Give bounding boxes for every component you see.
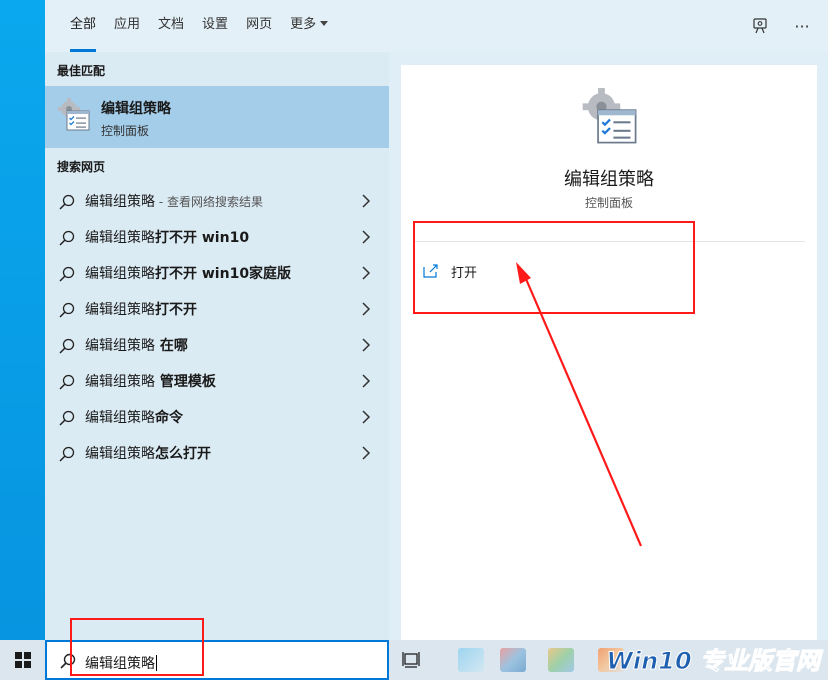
best-match-item[interactable]: 编辑组策略 控制面板 — [45, 86, 389, 148]
detail-title: 编辑组策略 — [564, 169, 654, 190]
tab-more[interactable]: 更多 — [281, 0, 337, 52]
web-suggestion-item[interactable]: 编辑组策略 - 查看网络搜索结果 — [45, 183, 389, 219]
group-policy-large-icon — [582, 88, 637, 144]
search-icon — [59, 446, 75, 462]
tab-web[interactable]: 网页 — [237, 0, 281, 52]
results-list: 最佳匹配 编辑组策略 控制面板 搜索网页 编辑组策略 - 查看网络搜索结果 编辑组… — [45, 52, 389, 640]
tab-label: 文档 — [158, 17, 185, 32]
tab-label: 网页 — [246, 17, 273, 32]
desktop-background — [0, 0, 45, 640]
watermark: win10zyb.com Win10 专业版官网 — [606, 601, 821, 676]
chevron-right-icon[interactable] — [361, 338, 371, 352]
web-suggestion-label: 编辑组策略 在哪 — [85, 338, 188, 354]
search-filter-bar: 全部 应用 文档 设置 网页 更多 ··· — [45, 0, 828, 52]
taskbar-app-1[interactable] — [458, 648, 484, 672]
web-suggestion-item[interactable]: 编辑组策略 在哪 — [45, 327, 389, 363]
filter-tabs: 全部 应用 文档 设置 网页 更多 — [61, 0, 337, 52]
task-view-icon[interactable] — [402, 652, 420, 668]
web-suggestion-label: 编辑组策略打不开 — [85, 302, 197, 318]
best-match-subtitle: 控制面板 — [101, 124, 150, 138]
web-suggestion-item[interactable]: 编辑组策略命令 — [45, 399, 389, 435]
tab-settings[interactable]: 设置 — [193, 0, 237, 52]
web-suggestions: 编辑组策略 - 查看网络搜索结果 编辑组策略打不开 win10 编辑组策略打不开 w… — [45, 183, 389, 471]
taskbar-app-2[interactable] — [500, 648, 526, 672]
web-suggestion-label: 编辑组策略怎么打开 — [85, 446, 211, 462]
tab-documents[interactable]: 文档 — [149, 0, 193, 52]
chevron-right-icon[interactable] — [361, 446, 371, 460]
search-icon — [59, 374, 75, 390]
search-icon — [59, 194, 75, 210]
group-policy-icon — [58, 98, 90, 131]
tab-all[interactable]: 全部 — [61, 0, 105, 52]
chevron-right-icon[interactable] — [361, 410, 371, 424]
start-button[interactable] — [0, 640, 45, 680]
web-suggestion-label: 编辑组策略 - 查看网络搜索结果 — [85, 194, 263, 210]
tab-label: 设置 — [202, 17, 229, 32]
web-suggestion-label: 编辑组策略 管理模板 — [85, 374, 216, 390]
detail-pane: 编辑组策略 控制面板 打开 — [401, 65, 817, 640]
detail-subtitle: 控制面板 — [584, 196, 633, 210]
web-suggestion-label: 编辑组策略命令 — [85, 410, 183, 426]
web-suggestion-item[interactable]: 编辑组策略打不开 — [45, 291, 389, 327]
watermark-brand: Win10 专业版官网 — [606, 647, 821, 676]
search-icon — [59, 338, 75, 354]
chevron-down-icon — [320, 21, 329, 26]
web-suggestion-label: 编辑组策略打不开 win10 — [85, 230, 250, 246]
search-icon — [59, 266, 75, 282]
feedback-icon[interactable] — [750, 16, 770, 36]
taskbar-app-3[interactable] — [548, 648, 574, 672]
tab-label: 全部 — [70, 17, 97, 32]
annotation-box-open — [413, 221, 695, 314]
web-search-heading: 搜索网页 — [57, 160, 106, 174]
watermark-url: win10zyb.com — [701, 601, 812, 616]
chevron-right-icon[interactable] — [361, 266, 371, 280]
web-suggestion-item[interactable]: 编辑组策略 管理模板 — [45, 363, 389, 399]
search-icon — [59, 230, 75, 246]
web-suggestion-item[interactable]: 编辑组策略打不开 win10家庭版 — [45, 255, 389, 291]
best-match-title: 编辑组策略 — [101, 101, 171, 117]
best-match-heading: 最佳匹配 — [57, 64, 106, 78]
top-actions: ··· — [750, 0, 812, 52]
tab-apps[interactable]: 应用 — [105, 0, 149, 52]
more-options-icon[interactable]: ··· — [792, 16, 812, 36]
tab-label: 应用 — [114, 17, 141, 32]
tab-label: 更多 — [290, 17, 317, 32]
windows-logo-icon — [14, 652, 31, 668]
chevron-right-icon[interactable] — [361, 302, 371, 316]
web-suggestion-label: 编辑组策略打不开 win10家庭版 — [85, 266, 292, 282]
chevron-right-icon[interactable] — [361, 374, 371, 388]
search-icon — [59, 302, 75, 318]
chevron-right-icon[interactable] — [361, 194, 371, 208]
web-suggestion-item[interactable]: 编辑组策略打不开 win10 — [45, 219, 389, 255]
search-panel: 全部 应用 文档 设置 网页 更多 ··· 最佳匹配 编辑组策略 控制面板 搜索… — [45, 0, 828, 640]
more-options-glyph: ··· — [794, 16, 810, 36]
annotation-box-search — [70, 618, 204, 676]
web-suggestion-item[interactable]: 编辑组策略怎么打开 — [45, 435, 389, 471]
search-icon — [59, 410, 75, 426]
chevron-right-icon[interactable] — [361, 230, 371, 244]
